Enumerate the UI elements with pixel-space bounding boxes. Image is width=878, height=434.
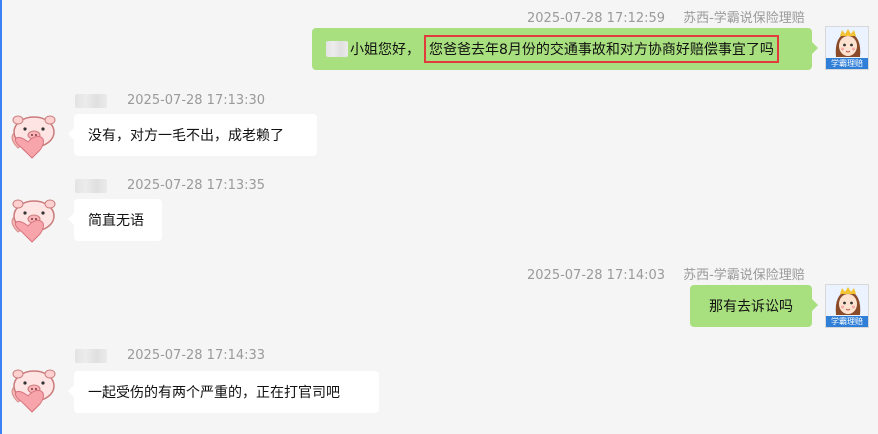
timestamp: 2025-07-28 17:13:30 <box>127 93 266 108</box>
message-meta: 2025-07-28 17:14:33 <box>75 348 265 363</box>
pig-avatar-icon[interactable] <box>4 192 64 252</box>
message-bubble[interactable]: 没有，对方一毛不出，成老赖了 <box>68 114 317 156</box>
agent-avatar[interactable]: 学霸理赔 <box>825 26 869 70</box>
message-bubble[interactable]: 那有去诉讼吗 <box>690 285 818 327</box>
highlighted-text: 您爸爸去年8月份的交通事故和对方协商好赔偿事宜了吗 <box>424 35 779 63</box>
timestamp: 2025-07-28 17:12:59 <box>527 11 666 26</box>
message-text: 那有去诉讼吗 <box>709 299 793 315</box>
girl-face-icon <box>826 285 868 319</box>
message-text: 没有，对方一毛不出，成老赖了 <box>88 128 284 144</box>
redacted-sender <box>75 93 107 108</box>
redacted-sender <box>75 348 107 363</box>
message-text: 一起受伤的有两个严重的，正在打官司吧 <box>88 385 340 401</box>
girl-face-icon <box>826 27 868 61</box>
agent-avatar[interactable]: 学霸理赔 <box>825 284 869 328</box>
sender-name: 苏西-学霸说保险理赔 <box>683 11 805 26</box>
message-bubble[interactable]: 简直无语 <box>68 199 162 241</box>
message-bubble[interactable]: 小姐您好， 您爸爸去年8月份的交通事故和对方协商好赔偿事宜了吗 <box>312 28 818 70</box>
message-meta: 2025-07-28 17:13:30 <box>75 93 265 108</box>
timestamp: 2025-07-28 17:13:35 <box>127 178 266 193</box>
timestamp: 2025-07-28 17:14:33 <box>127 348 266 363</box>
avatar-label: 学霸理赔 <box>826 58 868 69</box>
avatar-label: 学霸理赔 <box>826 316 868 327</box>
timestamp: 2025-07-28 17:14:03 <box>527 268 666 283</box>
message-meta: 2025-07-28 17:13:35 <box>75 178 265 193</box>
redacted-name <box>326 41 348 57</box>
pig-avatar-icon[interactable] <box>4 108 64 168</box>
message-text-prefix: 小姐您好， <box>350 42 420 58</box>
sender-name: 苏西-学霸说保险理赔 <box>683 268 805 283</box>
message-meta: 2025-07-28 17:14:03 苏西-学霸说保险理赔 <box>527 264 805 283</box>
pig-avatar-icon[interactable] <box>4 362 64 422</box>
window-left-edge <box>0 0 2 434</box>
message-text: 简直无语 <box>88 213 144 229</box>
message-meta: 2025-07-28 17:12:59 苏西-学霸说保险理赔 <box>527 7 805 26</box>
redacted-sender <box>75 178 107 193</box>
message-bubble[interactable]: 一起受伤的有两个严重的，正在打官司吧 <box>68 371 379 413</box>
